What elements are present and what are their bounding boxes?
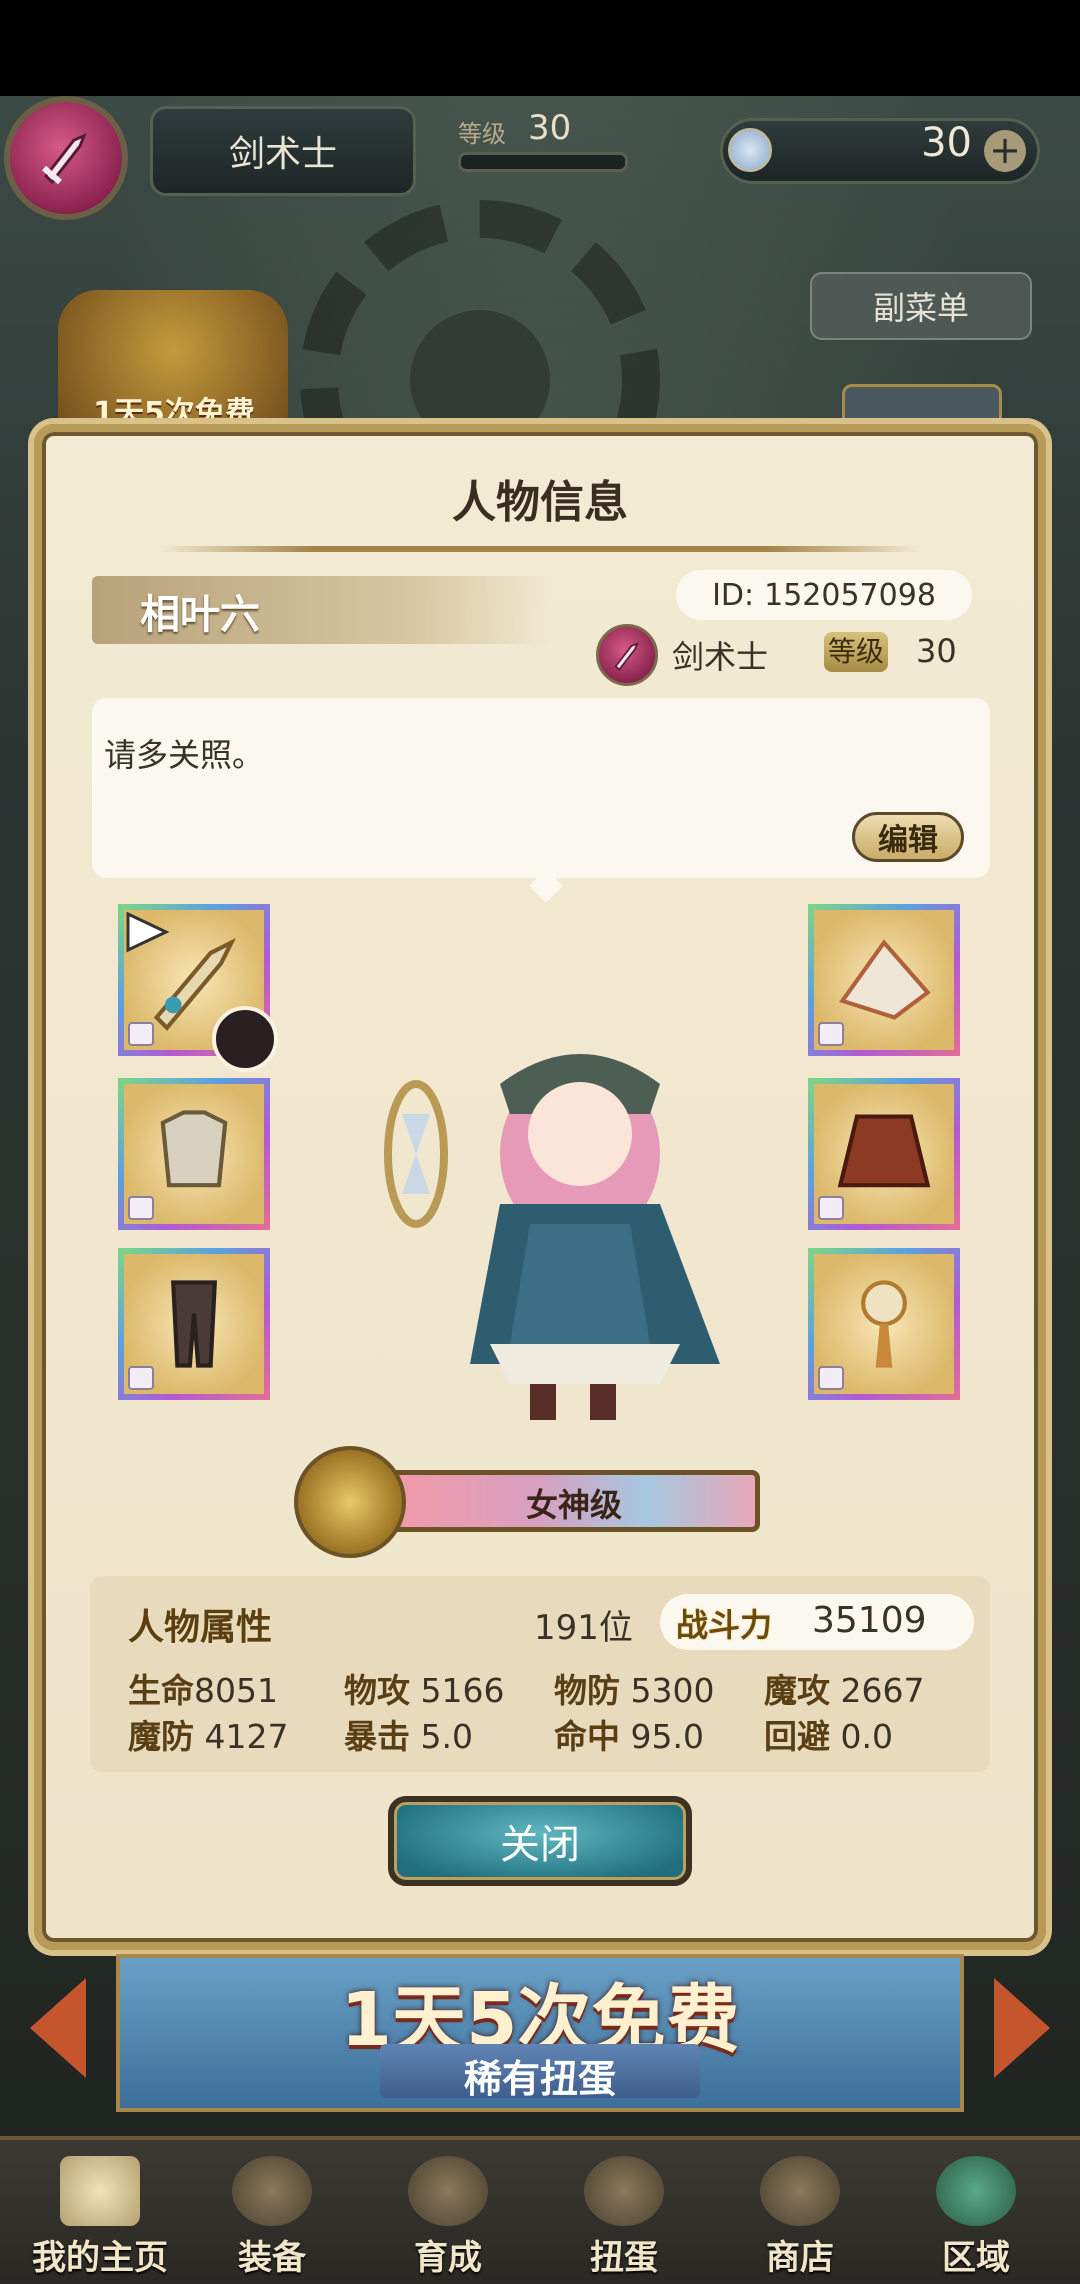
- stat-magic-attack: 魔攻 2667: [764, 1664, 924, 1712]
- helmet-icon: [232, 2156, 312, 2226]
- stat-key: 生命: [128, 1671, 194, 1710]
- banner-subtitle: 稀有扭蛋: [463, 2057, 616, 2101]
- stat-accuracy: 命中 95.0: [554, 1710, 704, 1758]
- edit-bio-button[interactable]: 编辑: [852, 812, 964, 862]
- flag-icon: [126, 911, 170, 953]
- stat-value: 0.0: [840, 1717, 893, 1756]
- stat-magic-defense: 魔防 4127: [128, 1710, 288, 1758]
- nav-item-home[interactable]: 我的主页: [14, 2146, 186, 2280]
- stat-value: 95.0: [630, 1717, 704, 1756]
- sword-icon: [614, 642, 639, 671]
- stat-value: 4127: [204, 1717, 289, 1756]
- lock-icon: [128, 1196, 154, 1220]
- gem-count: 30: [921, 120, 972, 166]
- combat-power-label: 战斗力: [676, 1606, 773, 1644]
- lock-icon: [818, 1022, 844, 1046]
- level-label: 等级: [824, 632, 888, 672]
- amulet-icon: [861, 1280, 907, 1368]
- stat-physical-attack: 物攻 5166: [344, 1664, 504, 1712]
- nav-item-shop[interactable]: 商店: [714, 2146, 886, 2280]
- status-bar-band: [0, 0, 1080, 96]
- gem-icon: [728, 128, 772, 172]
- nav-label: 区域: [942, 2238, 1010, 2278]
- stat-critical: 暴击 5.0: [344, 1710, 473, 1758]
- equip-slot-armor[interactable]: [118, 1078, 270, 1230]
- stat-key: 魔攻: [764, 1671, 830, 1710]
- nav-label: 我的主页: [32, 2238, 168, 2278]
- lock-icon: [128, 1022, 154, 1046]
- sword-icon: [42, 133, 87, 185]
- add-currency-button[interactable]: +: [984, 130, 1026, 172]
- title-divider: [160, 546, 920, 552]
- shield-icon: [839, 939, 931, 1020]
- player-name: 相叶六: [140, 592, 260, 638]
- hud-level-label: 等级: [458, 120, 506, 148]
- class-name: 剑术士: [672, 638, 769, 676]
- stat-value: 5300: [630, 1671, 715, 1710]
- id-value: 152057098: [764, 577, 936, 613]
- nav-item-area[interactable]: 区域: [890, 2146, 1062, 2280]
- greaves-icon: [171, 1280, 217, 1368]
- stat-key: 回避: [764, 1717, 830, 1756]
- stat-value: 5.0: [420, 1717, 473, 1756]
- ranking-position: 191位: [534, 1608, 633, 1648]
- class-badge[interactable]: [4, 96, 128, 220]
- id-label: ID:: [712, 577, 755, 613]
- skill-icon[interactable]: [212, 1006, 278, 1072]
- stat-value: 8051: [194, 1671, 278, 1710]
- stat-value: 2667: [840, 1671, 925, 1710]
- equip-slot-legs[interactable]: [118, 1248, 270, 1400]
- class-icon: [596, 624, 658, 686]
- lock-icon: [818, 1366, 844, 1390]
- nav-label: 育成: [414, 2238, 482, 2278]
- player-id: ID: 152057098: [676, 570, 972, 620]
- nav-item-gacha[interactable]: 扭蛋: [538, 2146, 710, 2280]
- experience-bar: [458, 152, 628, 172]
- nav-label: 扭蛋: [590, 2238, 658, 2278]
- equip-slot-accessory[interactable]: [808, 1248, 960, 1400]
- arrow-left-icon[interactable]: [30, 1978, 86, 2078]
- level-value: 30: [916, 632, 957, 670]
- cape-icon: [837, 1114, 931, 1188]
- crossed-swords-icon: [408, 2156, 488, 2226]
- stats-title: 人物属性: [128, 1607, 273, 1648]
- stat-evasion: 回避 0.0: [764, 1710, 893, 1758]
- stat-key: 物防: [554, 1671, 620, 1710]
- armor-icon: [160, 1110, 228, 1188]
- dialog-title: 人物信息: [452, 477, 628, 528]
- combat-power-value: 35109: [812, 1600, 927, 1641]
- stat-key: 物攻: [344, 1671, 410, 1710]
- rank-label: 女神级: [525, 1486, 622, 1524]
- gacha-machine-icon: [584, 2156, 664, 2226]
- nav-item-growth[interactable]: 育成: [362, 2146, 534, 2280]
- stat-hp: 生命8051: [128, 1664, 278, 1712]
- character-portrait: [384, 1054, 720, 1420]
- stat-key: 命中: [554, 1717, 620, 1756]
- arrow-right-icon[interactable]: [994, 1978, 1050, 2078]
- equip-slot-cape[interactable]: [808, 1078, 960, 1230]
- bio-text: 请多关照。: [104, 736, 265, 774]
- home-scroll-icon: [60, 2156, 140, 2226]
- lock-icon: [128, 1366, 154, 1390]
- stat-key: 魔防: [128, 1717, 194, 1756]
- hud-level-value: 30: [528, 108, 572, 148]
- nav-item-equipment[interactable]: 装备: [186, 2146, 358, 2280]
- nav-label: 商店: [766, 2238, 834, 2278]
- stat-physical-defense: 物防 5300: [554, 1664, 714, 1712]
- stat-key: 暴击: [344, 1717, 410, 1756]
- hud-class-name: 剑术士: [150, 106, 416, 196]
- submenu-button[interactable]: 副菜单: [810, 272, 1032, 340]
- shop-bag-icon: [760, 2156, 840, 2226]
- lock-icon: [818, 1196, 844, 1220]
- equip-slot-shield[interactable]: [808, 904, 960, 1056]
- nav-label: 装备: [238, 2238, 306, 2278]
- stat-value: 5166: [420, 1671, 505, 1710]
- close-button[interactable]: 关闭: [388, 1796, 692, 1886]
- globe-icon: [936, 2156, 1016, 2226]
